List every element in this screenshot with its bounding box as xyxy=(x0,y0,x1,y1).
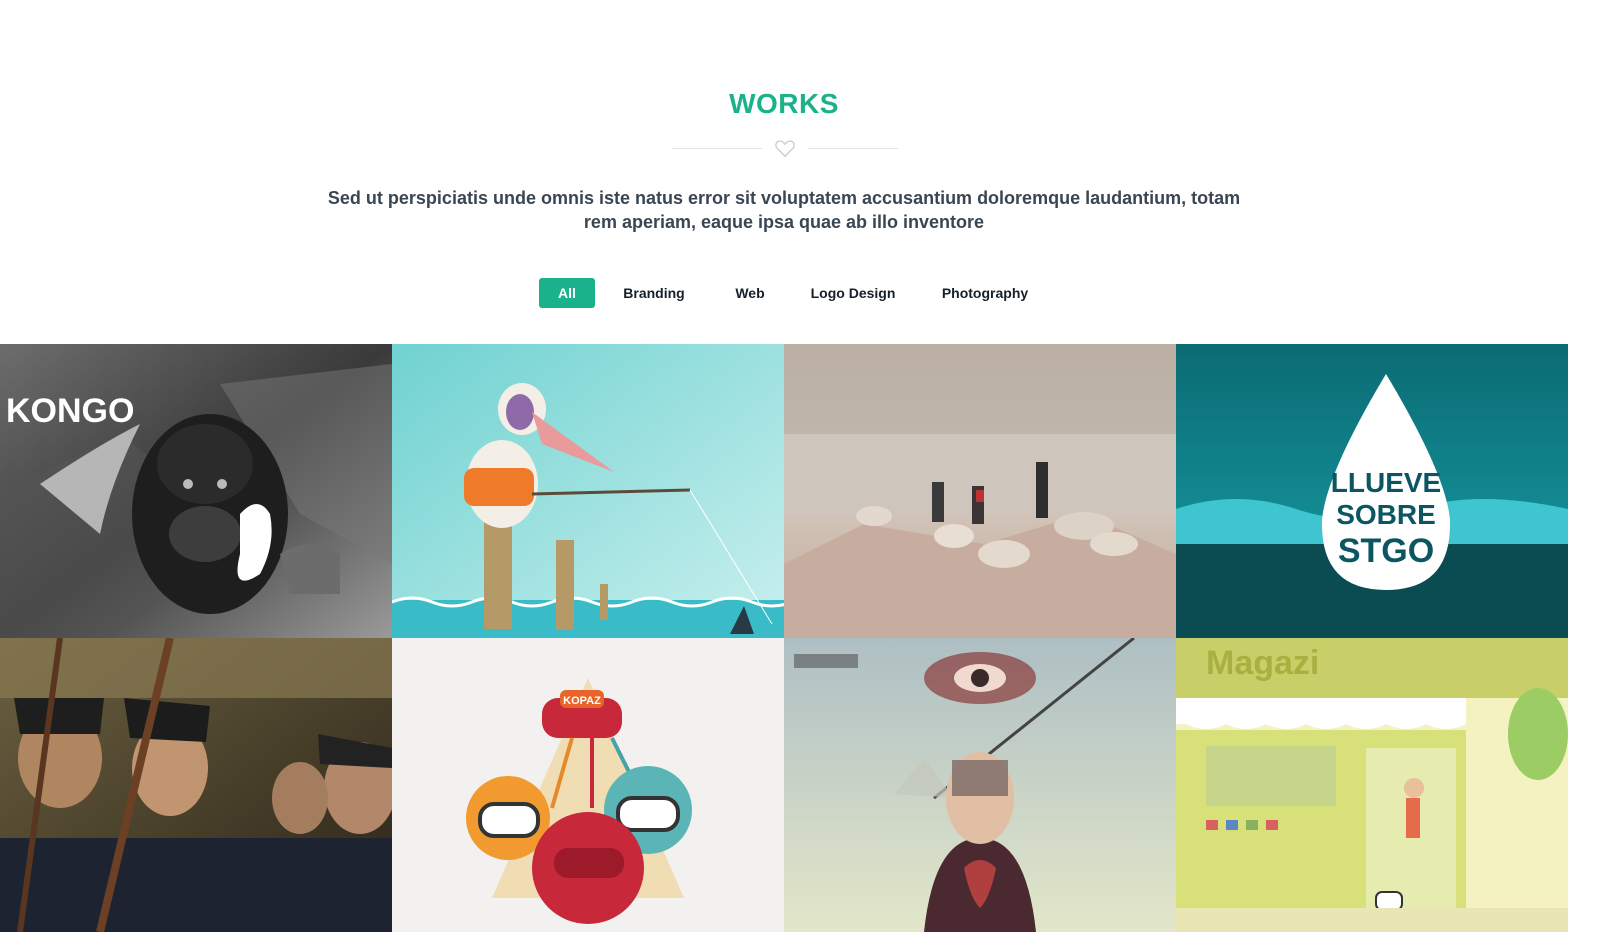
portfolio-item-hikers[interactable] xyxy=(784,344,1176,638)
portfolio-item-llueve[interactable]: LLUEVE SOBRE STGO xyxy=(1176,344,1568,638)
portfolio-item-surreal[interactable] xyxy=(784,638,1176,932)
pelican-fishing-illustration xyxy=(392,344,784,638)
portfolio-item-magazine[interactable]: Magazi xyxy=(1176,638,1568,932)
kong-collage-image: KONGO xyxy=(0,344,392,638)
filter-branding[interactable]: Branding xyxy=(616,278,692,308)
portfolio-item-pelican[interactable] xyxy=(392,344,784,638)
divider-line-right xyxy=(808,148,898,149)
filter-web[interactable]: Web xyxy=(726,278,774,308)
filter-logo-design[interactable]: Logo Design xyxy=(806,278,900,308)
kopaz-badge-text: KOPAZ xyxy=(563,695,601,707)
portfolio-item-kong[interactable]: KONGO xyxy=(0,344,392,638)
heart-outline-icon xyxy=(775,140,795,158)
kopaz-monsters-tshirt: KOPAZ xyxy=(392,638,784,932)
portfolio-item-soldiers[interactable] xyxy=(0,638,392,932)
right-gutter xyxy=(1568,0,1600,951)
logo-line-3: STGO xyxy=(1338,532,1434,570)
portfolio-grid: KONGO LLUEVE SOBRE STGO KOPAZ Magazi xyxy=(0,344,1568,932)
logo-line-2: SOBRE xyxy=(1336,499,1436,530)
filter-photography[interactable]: Photography xyxy=(934,278,1036,308)
portfolio-item-kopaz[interactable]: KOPAZ xyxy=(392,638,784,932)
civil-war-soldiers-photo xyxy=(0,638,392,932)
filter-all[interactable]: All xyxy=(539,278,595,308)
title-divider xyxy=(672,138,898,158)
portfolio-filter-bar: All Branding Web Logo Design Photography xyxy=(0,278,1568,308)
llueve-sobre-stgo-logo: LLUEVE SOBRE STGO xyxy=(1176,344,1568,638)
hikers-misty-lake-photo xyxy=(784,344,1176,638)
section-description: Sed ut perspiciatis unde omnis iste natu… xyxy=(327,188,1241,232)
divider-line-left xyxy=(672,148,762,149)
magazine-shop-illustration: Magazi xyxy=(1176,638,1568,932)
kong-title-text: KONGO xyxy=(6,392,134,430)
surreal-eye-portrait-collage xyxy=(784,638,1176,932)
logo-line-1: LLUEVE xyxy=(1331,467,1441,498)
section-title: WORKS xyxy=(729,88,839,119)
shop-sign-text: Magazi xyxy=(1206,644,1319,682)
